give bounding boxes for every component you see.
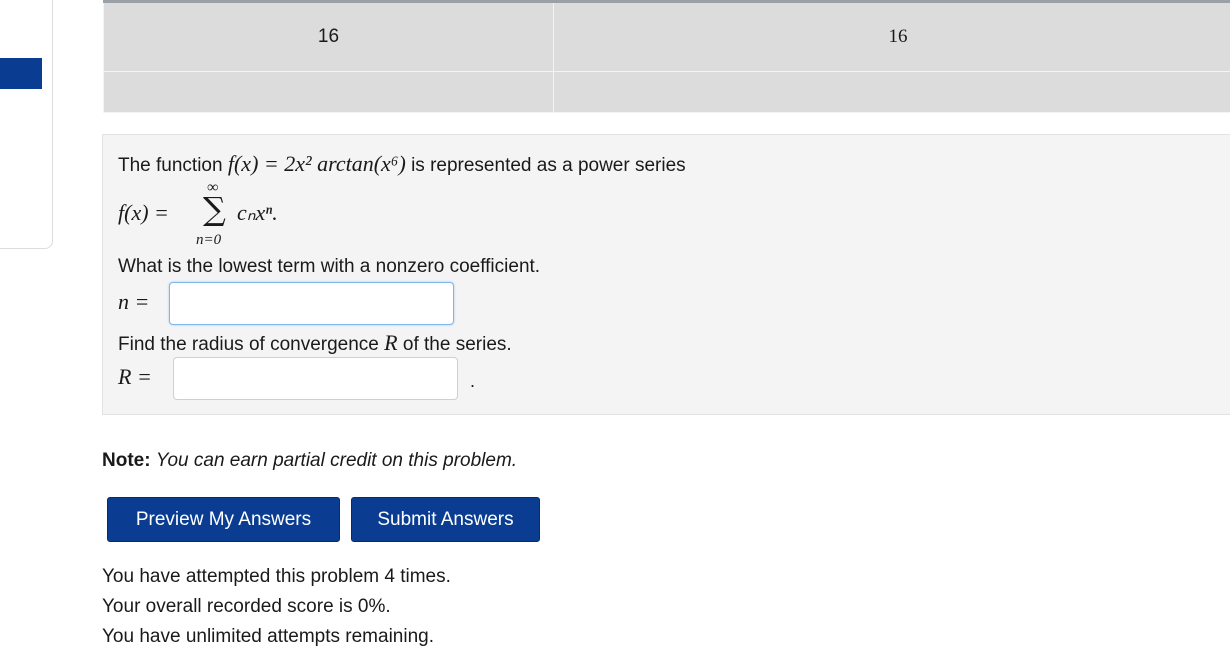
- series-lhs: f(x) =: [118, 200, 169, 225]
- question-radius-pre: Find the radius of convergence: [118, 334, 379, 355]
- submit-answers-button[interactable]: Submit Answers: [351, 497, 540, 542]
- problem-body: The function f(x) = 2x² arctan(x⁶) is re…: [102, 134, 1230, 415]
- sum-lower-limit: n=0: [196, 232, 222, 248]
- sidebar-active-item[interactable]: [0, 58, 42, 89]
- preview-answers-button[interactable]: Preview My Answers: [107, 497, 340, 542]
- intro-suffix: is represented as a power series: [411, 155, 686, 176]
- radius-var: R: [384, 330, 398, 355]
- sidebar-panel: [0, 0, 53, 249]
- answer-preview-cell: [553, 70, 1230, 114]
- n-label: n =: [118, 289, 150, 314]
- attempts-remaining: You have unlimited attempts remaining.: [102, 626, 434, 647]
- recorded-score: Your overall recorded score is 0%.: [102, 596, 391, 617]
- table-row: [103, 70, 1230, 114]
- function-expression: f(x) = 2x² arctan(x⁶): [227, 151, 406, 176]
- answer-preview-cell: 16: [553, 1, 1230, 72]
- answer-period: .: [470, 371, 476, 391]
- problem-intro: The function f(x) = 2x² arctan(x⁶) is re…: [118, 151, 686, 177]
- entered-answer-cell: [103, 70, 554, 114]
- intro-text: The function: [118, 155, 223, 176]
- series-term: cₙxⁿ.: [237, 200, 278, 225]
- answer-n-input[interactable]: [169, 282, 454, 325]
- table-row: 16 16: [103, 1, 1230, 72]
- r-label: R =: [118, 364, 152, 389]
- answer-r-input[interactable]: [173, 357, 458, 400]
- entered-answer-cell: 16: [103, 1, 554, 72]
- note-text: You can earn partial credit on this prob…: [155, 450, 518, 471]
- note-label: Note:: [102, 450, 151, 471]
- power-series-formula: f(x) = ∞ ∑ n=0 cₙxⁿ.: [118, 179, 338, 251]
- question-lowest-term: What is the lowest term with a nonzero c…: [118, 256, 541, 277]
- past-answers-table: 16 16: [103, 0, 1230, 114]
- sigma-symbol: ∑: [203, 190, 226, 228]
- partial-credit-note: Note: You can earn partial credit on thi…: [102, 450, 517, 472]
- question-radius-post: of the series.: [402, 334, 512, 355]
- attempts-count: You have attempted this problem 4 times.: [102, 566, 451, 587]
- question-radius: Find the radius of convergence R of the …: [118, 330, 512, 356]
